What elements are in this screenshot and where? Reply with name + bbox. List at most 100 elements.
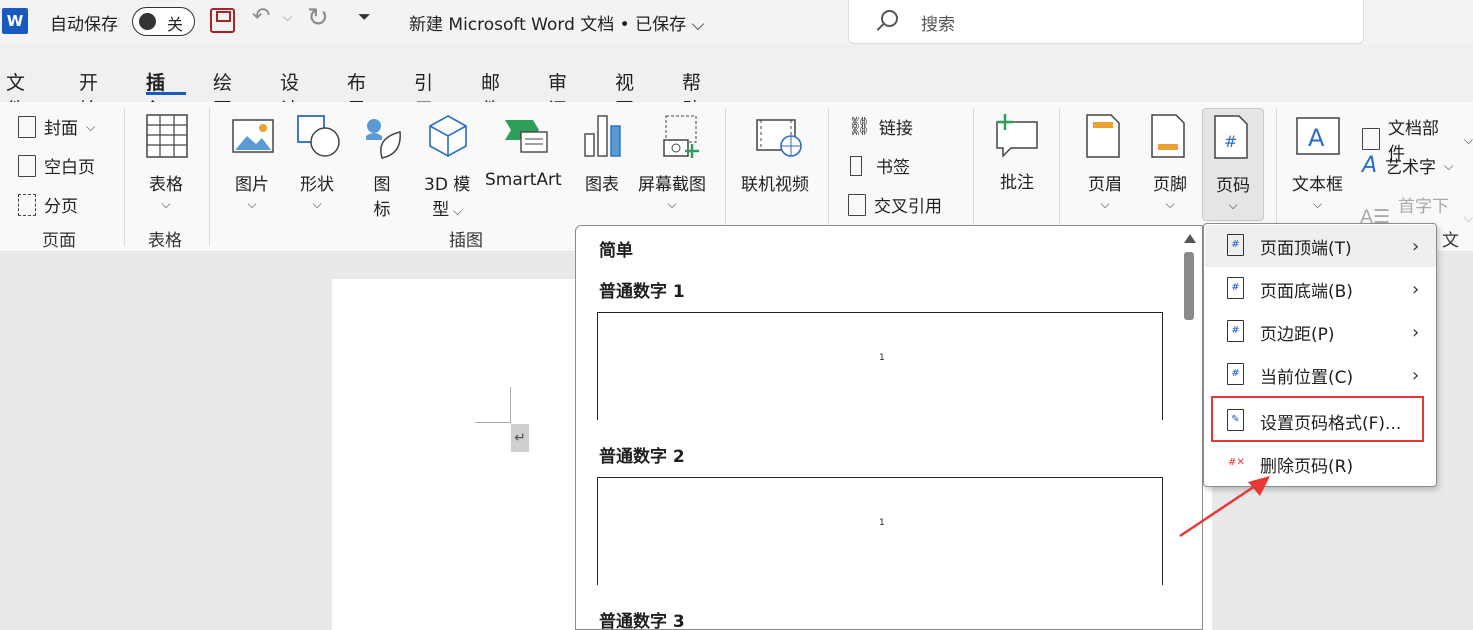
- redo-icon[interactable]: ↻: [307, 3, 329, 33]
- undo-dropdown-icon[interactable]: ⌵: [283, 10, 292, 25]
- search-placeholder: 搜索: [921, 15, 955, 35]
- page-break-button[interactable]: 分页: [18, 192, 78, 217]
- table-button[interactable]: 表格 ⌵: [146, 114, 188, 212]
- menu-item-label: 页边距(P): [1260, 324, 1335, 345]
- chevron-right-icon: ›: [1412, 364, 1420, 386]
- page-break-icon: [18, 193, 36, 216]
- cover-page-icon: [18, 115, 36, 138]
- menu-item-label: 当前位置(C): [1260, 367, 1354, 388]
- smartart-label: SmartArt: [485, 170, 562, 190]
- chevron-down-icon: ⌵: [247, 197, 257, 211]
- chevron-right-icon: ›: [1412, 235, 1420, 257]
- gallery-scrollbar[interactable]: [1182, 234, 1196, 629]
- document-title[interactable]: 新建 Microsoft Word 文档 • 已保存 ⌵: [409, 10, 704, 35]
- chevron-down-icon: ⌵: [1228, 198, 1238, 212]
- chevron-down-icon: ⌵: [1444, 159, 1454, 173]
- picture-label: 图片: [235, 175, 269, 195]
- quick-parts-icon: [1362, 128, 1380, 150]
- icons-button[interactable]: 图 标: [362, 114, 402, 220]
- text-box-button[interactable]: A 文本框 ⌵: [1292, 114, 1343, 212]
- header-icon: [1085, 114, 1125, 158]
- chevron-down-icon: ⌵: [1312, 197, 1323, 211]
- table-icon: [146, 114, 188, 158]
- search-box[interactable]: 搜索: [848, 0, 1364, 44]
- page-break-label: 分页: [44, 197, 78, 217]
- chevron-right-icon: ›: [1412, 278, 1420, 300]
- blank-page-label: 空白页: [44, 158, 95, 178]
- link-button[interactable]: ⛓ 链接: [848, 114, 913, 139]
- search-icon: [881, 10, 898, 27]
- shapes-icon: [297, 114, 340, 158]
- chart-button[interactable]: 图表: [582, 114, 622, 195]
- chevron-down-icon: ⌵: [667, 197, 677, 211]
- bookmark-icon: [850, 155, 862, 176]
- menu-item-bottom-of-page[interactable]: # 页面底端(B) ›: [1205, 268, 1436, 310]
- page-number-gallery: 简单 普通数字 1 1 普通数字 2 1 普通数字 3: [575, 225, 1203, 630]
- blank-page-icon: [18, 154, 36, 177]
- menu-item-current-position[interactable]: # 当前位置(C) ›: [1205, 354, 1436, 396]
- gallery-section-title: 简单: [599, 241, 633, 261]
- chevron-down-icon: ⌵: [312, 197, 322, 211]
- gallery-item-title: 普通数字 1: [599, 282, 685, 302]
- comment-icon: [993, 112, 1041, 158]
- menu-item-page-margins[interactable]: # 页边距(P) ›: [1205, 311, 1436, 353]
- gallery-item-plain-number-2[interactable]: 1: [597, 477, 1163, 585]
- cross-reference-button[interactable]: 交叉引用: [848, 192, 942, 217]
- chevron-down-icon: ⌵: [1463, 132, 1473, 147]
- chevron-down-icon: ⌵: [1100, 197, 1110, 211]
- menu-item-top-of-page[interactable]: # 页面顶端(T) ›: [1205, 225, 1436, 267]
- bookmark-label: 书签: [876, 158, 910, 178]
- online-video-button[interactable]: 联机视频: [741, 114, 809, 195]
- page-number-icon: #: [1213, 115, 1253, 159]
- annotation-arrow-icon: [1179, 476, 1270, 538]
- customize-toolbar-icon[interactable]: ⏷: [358, 7, 371, 27]
- chart-label: 图表: [585, 175, 619, 195]
- title-bar: W 自动保存 关 ↶ ⌵ ↻ ⏷ 新建 Microsoft Word 文档 • …: [0, 0, 1473, 44]
- chevron-down-icon: ⌵: [1463, 210, 1473, 225]
- picture-button[interactable]: 图片 ⌵: [232, 114, 274, 212]
- footer-button[interactable]: 页脚 ⌵: [1150, 114, 1190, 212]
- picture-icon: [232, 114, 274, 158]
- svg-text:#: #: [1224, 132, 1237, 151]
- chevron-down-icon: ⌵: [449, 204, 463, 218]
- group-label-pages: 页面: [42, 231, 76, 251]
- group-label-illustrations: 插图: [449, 231, 483, 251]
- save-icon[interactable]: [210, 8, 235, 33]
- link-icon: ⛓: [848, 116, 871, 137]
- paragraph-mark-icon: ↵: [511, 424, 529, 452]
- scroll-up-icon[interactable]: [1184, 234, 1196, 243]
- undo-icon[interactable]: ↶: [252, 4, 270, 29]
- 3d-models-button[interactable]: 3D 模 型 ⌵: [424, 114, 470, 220]
- 3d-models-label-text: 型: [432, 200, 450, 220]
- toggle-state: 关: [167, 15, 184, 34]
- cover-page-button[interactable]: 封面 ⌵: [18, 114, 95, 139]
- cross-reference-icon: [848, 193, 866, 216]
- autosave-toggle[interactable]: 关: [132, 7, 195, 36]
- comment-button[interactable]: 批注: [993, 112, 1041, 193]
- gallery-page-number: 1: [879, 353, 885, 363]
- screenshot-icon: [652, 114, 699, 158]
- menu-item-label: 页面顶端(T): [1260, 238, 1352, 259]
- page-number-button[interactable]: # 页码 ⌵: [1202, 108, 1264, 221]
- gallery-item-title: 普通数字 3: [599, 612, 685, 630]
- page-margin-icon: #: [1227, 320, 1244, 342]
- screenshot-button[interactable]: 屏幕截图 ⌵: [638, 114, 706, 212]
- bookmark-button[interactable]: 书签: [850, 153, 910, 178]
- cross-reference-label: 交叉引用: [874, 197, 942, 217]
- gallery-item-plain-number-1[interactable]: 1: [597, 312, 1163, 420]
- wordart-button[interactable]: A 艺术字 ⌵: [1362, 153, 1453, 178]
- blank-page-button[interactable]: 空白页: [18, 153, 95, 178]
- scrollbar-thumb[interactable]: [1184, 252, 1194, 320]
- 3d-models-label-line2: 型 ⌵: [432, 195, 462, 220]
- header-label: 页眉: [1088, 175, 1122, 195]
- comment-label: 批注: [1000, 173, 1034, 193]
- smartart-icon: [503, 114, 549, 158]
- autosave-label: 自动保存: [50, 15, 118, 35]
- smartart-button[interactable]: SmartArt: [485, 114, 562, 190]
- active-tab-indicator: [146, 92, 186, 95]
- shapes-button[interactable]: 形状 ⌵: [297, 114, 340, 212]
- group-label-tables: 表格: [148, 231, 182, 251]
- icons-icon: [362, 114, 402, 159]
- header-button[interactable]: 页眉 ⌵: [1085, 114, 1125, 212]
- text-box-label: 文本框: [1292, 175, 1343, 195]
